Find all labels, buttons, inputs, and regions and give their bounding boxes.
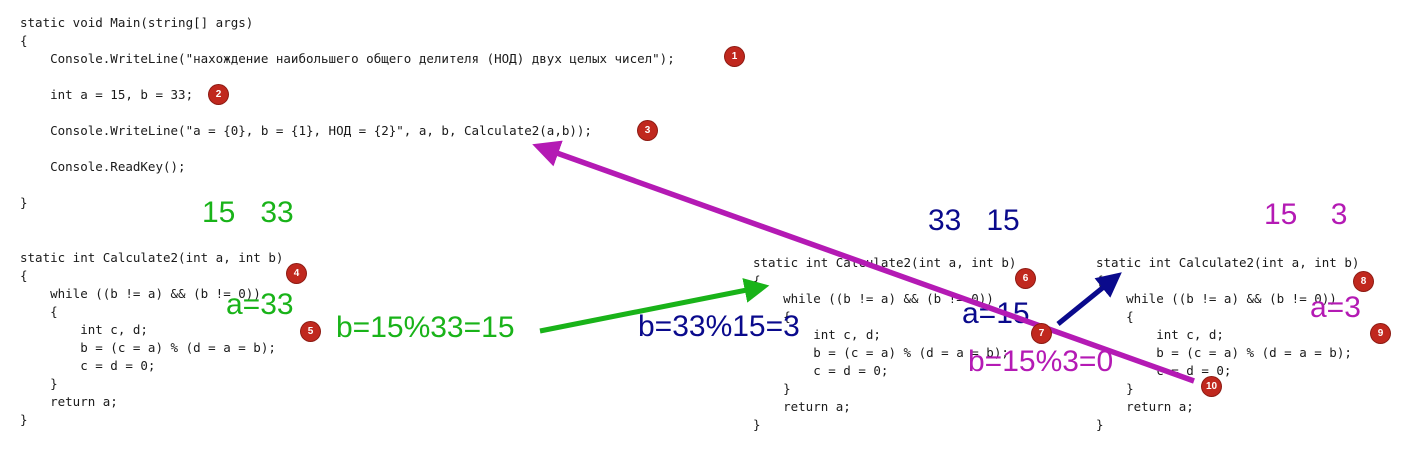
calc3-line: int c, d;: [1096, 327, 1224, 342]
calc1-line: c = d = 0;: [20, 358, 156, 373]
calc3-line: }: [1096, 381, 1134, 396]
main-line-6: }: [20, 195, 28, 210]
badge-10: 10: [1202, 377, 1221, 396]
calc3-line: return a;: [1096, 399, 1194, 414]
calc2-line: }: [753, 381, 791, 396]
main-line-0: static void Main(string[] args): [20, 15, 254, 30]
badge-8: 8: [1354, 272, 1373, 291]
calc1-line: {: [20, 268, 28, 283]
main-line-2: Console.WriteLine("нахождение наибольшег…: [20, 51, 675, 66]
calc2-line: }: [753, 417, 761, 432]
calc2-line: static int Calculate2(int a, int b): [753, 255, 1017, 270]
badge-4: 4: [287, 264, 306, 283]
calc-block-1: static int Calculate2(int a, int b){ whi…: [20, 231, 283, 447]
call2-b-label: b=33%15=3: [638, 310, 800, 343]
call3-args-label: 15 3: [1264, 198, 1348, 231]
main-line-1: {: [20, 33, 28, 48]
calc3-line: c = d = 0;: [1096, 363, 1232, 378]
main-line-5: Console.ReadKey();: [20, 159, 186, 174]
calc2-line: return a;: [753, 399, 851, 414]
badge-5: 5: [301, 322, 320, 341]
badge-2: 2: [209, 85, 228, 104]
calc2-line: {: [753, 273, 761, 288]
badge-7: 7: [1032, 324, 1051, 343]
calc3-line: static int Calculate2(int a, int b): [1096, 255, 1360, 270]
call2-args-label: 33 15: [928, 204, 1020, 237]
calc1-line: int c, d;: [20, 322, 148, 337]
calc-block-3: static int Calculate2(int a, int b){ whi…: [1096, 236, 1359, 452]
calc1-line: }: [20, 412, 28, 427]
call3-a-label: a=3: [1310, 291, 1361, 324]
calc3-line: {: [1096, 273, 1104, 288]
calc1-line: static int Calculate2(int a, int b): [20, 250, 284, 265]
badge-6: 6: [1016, 269, 1035, 288]
badge-3: 3: [638, 121, 657, 140]
call1-b-label: b=15%33=15: [336, 311, 515, 344]
call2-a-label: a=15: [962, 297, 1030, 330]
main-line-4: Console.WriteLine("a = {0}, b = {1}, НОД…: [20, 123, 592, 138]
call1-a-label: a=33: [226, 288, 294, 321]
main-line-3: int a = 15, b = 33;: [20, 87, 194, 102]
calc3-line: b = (c = a) % (d = a = b);: [1096, 345, 1352, 360]
badge-1: 1: [725, 47, 744, 66]
calc3-line: }: [1096, 417, 1104, 432]
call1-args-label: 15 33: [202, 196, 294, 229]
badge-9: 9: [1371, 324, 1390, 343]
calc1-line: }: [20, 376, 58, 391]
call3-b-label: b=15%3=0: [968, 345, 1114, 378]
calc-block-2: static int Calculate2(int a, int b){ whi…: [753, 236, 1016, 452]
calc1-line: b = (c = a) % (d = a = b);: [20, 340, 276, 355]
calc1-line: return a;: [20, 394, 118, 409]
